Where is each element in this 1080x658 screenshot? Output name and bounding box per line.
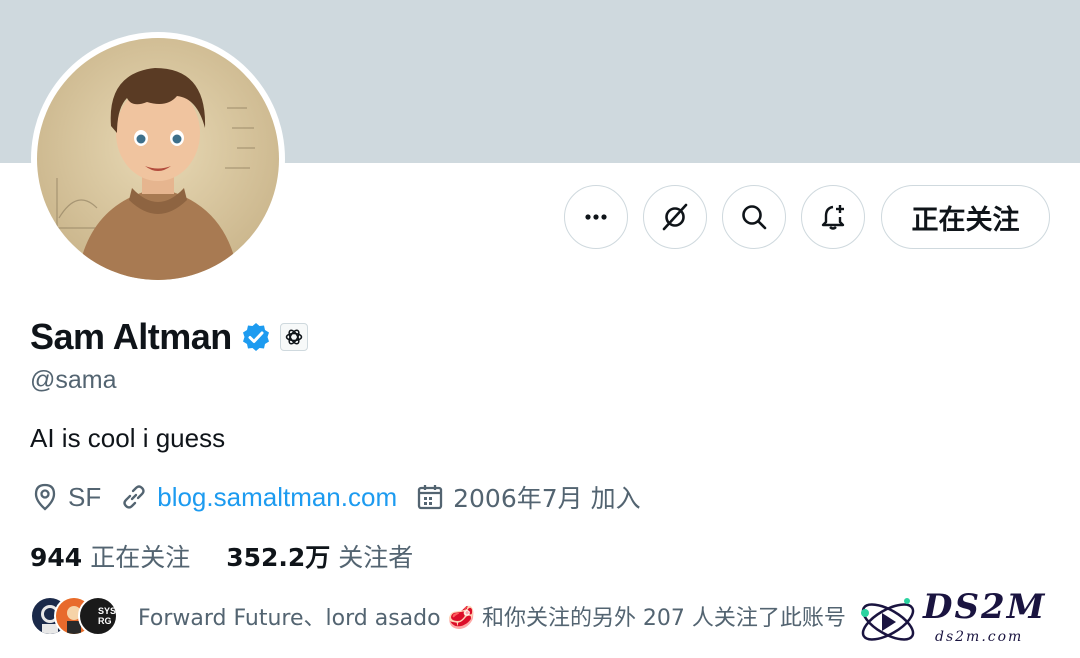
search-posts-button[interactable] xyxy=(722,185,786,249)
location-text: SF xyxy=(68,481,102,512)
watermark-url: ds2m.com xyxy=(935,629,1024,645)
profile-bio: AI is cool i guess xyxy=(30,423,226,453)
search-icon xyxy=(742,205,767,230)
link-icon xyxy=(123,485,145,509)
follower-avatars: SYS RG xyxy=(30,596,120,636)
avatar-illustration xyxy=(37,38,279,280)
following-stat[interactable]: 944 正在关注 xyxy=(30,538,190,574)
followers-stat[interactable]: 352.2万 关注者 xyxy=(226,538,413,574)
location-item: SF xyxy=(30,482,101,513)
follower-badge-text: SYS RG xyxy=(98,606,117,626)
affiliation-badge[interactable] xyxy=(279,323,308,351)
more-options-button[interactable] xyxy=(564,185,628,249)
followers-you-know-text[interactable]: Forward Future、lord asado 🥩 和你关注的另外 207 … xyxy=(138,600,846,632)
website-link[interactable]: blog.samaltman.com xyxy=(157,482,397,513)
location-pin-icon xyxy=(34,483,56,511)
bell-plus-icon xyxy=(821,205,845,230)
watermark: DS2M ds2m.com xyxy=(855,585,1070,658)
verified-badge-icon[interactable] xyxy=(240,321,272,353)
website-item[interactable]: blog.samaltman.com xyxy=(119,482,397,513)
watermark-brand: DS2M xyxy=(923,587,1047,627)
following-label: 正在关注 xyxy=(90,543,191,572)
watermark-logo-icon xyxy=(861,598,915,641)
joined-date: 2006年7月 加入 xyxy=(453,484,641,513)
user-handle: @sama xyxy=(30,366,117,394)
display-name: Sam Altman xyxy=(30,316,232,357)
calendar-icon xyxy=(417,485,443,510)
following-count: 944 xyxy=(30,543,83,572)
followers-label: 关注者 xyxy=(338,543,414,572)
grok-button[interactable] xyxy=(643,185,707,249)
joined-item: 2006年7月 加入 xyxy=(415,479,641,515)
following-button[interactable]: 正在关注 xyxy=(881,185,1050,249)
profile-avatar[interactable] xyxy=(31,32,285,286)
more-icon xyxy=(585,214,607,220)
followers-count: 352.2万 xyxy=(226,543,331,572)
notifications-button[interactable] xyxy=(801,185,865,249)
name-row: Sam Altman xyxy=(30,316,308,358)
follow-stats: 944 正在关注 352.2万 关注者 xyxy=(30,538,449,574)
follower-avatar: SYS RG xyxy=(78,596,118,636)
followers-you-know[interactable]: SYS RG Forward Future、lord asado 🥩 和你关注的… xyxy=(30,592,850,640)
openai-logo-icon xyxy=(285,329,302,345)
grok-icon xyxy=(662,203,688,231)
profile-meta: SF blog.samaltman.com 2006年7月 加入 xyxy=(30,478,659,516)
